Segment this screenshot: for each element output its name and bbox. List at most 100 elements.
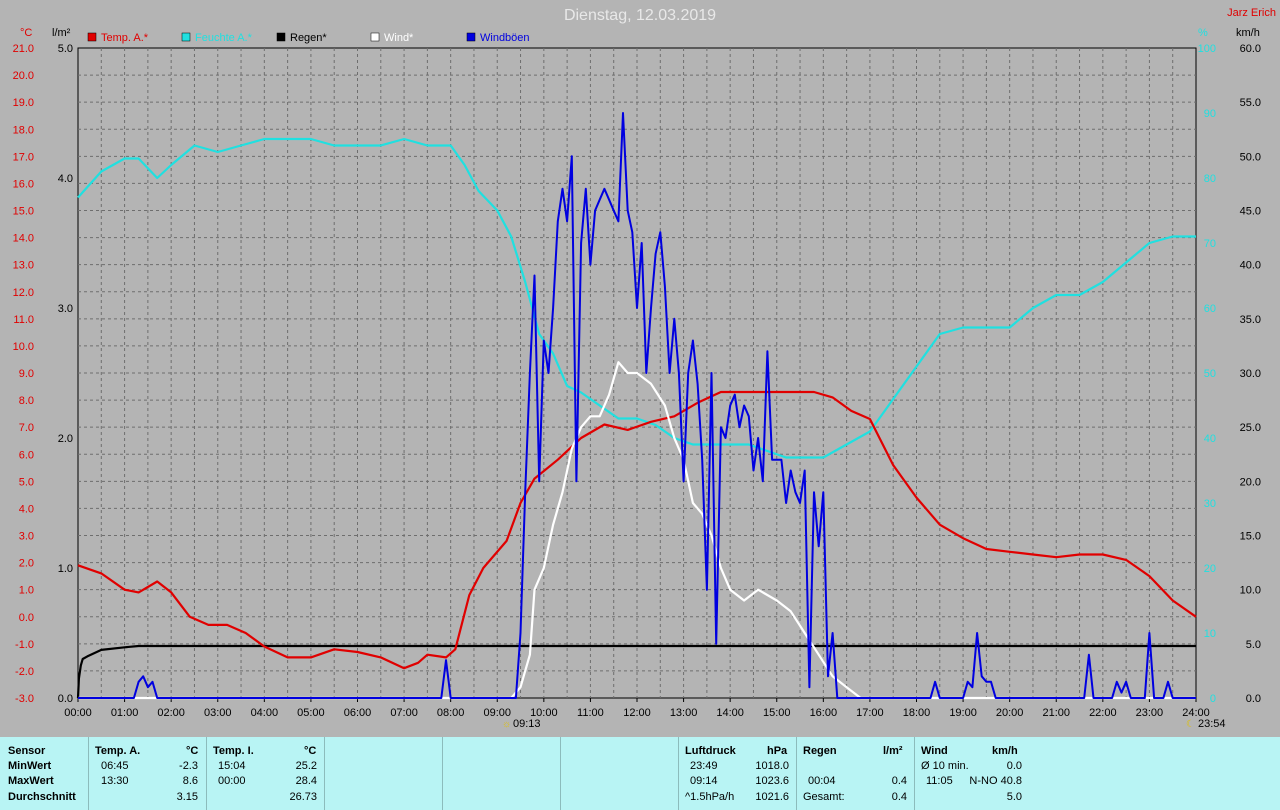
rain-tick-label: 3.0 [58,303,73,315]
x-tick-label: 08:00 [437,707,465,719]
wind-max-value: N-NO 40.8 [969,775,1022,787]
humidity-tick-label: 40 [1204,433,1216,445]
temp-i-avg-value: 26.73 [289,791,317,803]
header-temp-i-unit: °C [304,745,317,757]
humidity-tick-label: 70 [1204,238,1216,250]
humidity-tick-label: 60 [1204,303,1216,315]
x-tick-label: 17:00 [856,707,884,719]
rain-tick-label: 4.0 [58,173,73,185]
x-tick-label: 02:00 [157,707,185,719]
row-label-avg: Durchschnitt [8,791,76,803]
temp-i-min-value: 25.2 [295,760,317,772]
x-tick-label: 12:00 [623,707,651,719]
temp-tick-label: 19.0 [13,97,34,109]
separator [442,737,443,810]
x-tick-label: 03:00 [204,707,232,719]
temp-a-avg-value: 3.15 [176,791,198,803]
pressure-trend-value: 1021.6 [755,791,789,803]
row-label-max: MaxWert [8,775,54,787]
temp-tick-label: 20.0 [13,70,34,82]
header-rain-unit: l/m² [883,745,903,757]
header-rain: Regen [803,745,837,757]
moon-icon: ☾ [1186,719,1195,730]
temp-tick-label: 15.0 [13,206,34,218]
wind-tick-label: 0.0 [1246,693,1261,705]
temp-axis-unit: °C [20,27,32,39]
wind-tick-label: 10.0 [1240,585,1261,597]
x-tick-label: 00:00 [64,707,92,719]
pressure-max-value: 1023.6 [755,775,789,787]
temp-tick-label: 0.0 [19,612,34,624]
temp-tick-label: 13.0 [13,260,34,272]
legend-swatch [87,32,97,42]
temp-tick-label: 4.0 [19,503,34,515]
wind-tick-label: 5.0 [1246,639,1261,651]
humidity-tick-label: 50 [1204,368,1216,380]
temp-i-max-time: 00:00 [218,775,246,787]
rain-tick-label: 1.0 [58,563,73,575]
wind-mean-value: 5.0 [1006,791,1022,803]
x-tick-label: 07:00 [390,707,418,719]
humidity-tick-label: 100 [1198,43,1216,55]
temp-tick-label: 12.0 [13,287,34,299]
pressure-min-value: 1018.0 [755,760,789,772]
humidity-axis-unit: % [1198,27,1208,39]
temp-tick-label: 14.0 [13,233,34,245]
sunrise-marker: ☼ 09:13 [502,718,541,730]
legend-swatch [276,32,286,42]
header-temp-a: Temp. A. [95,745,141,757]
separator [678,737,679,810]
wind-tick-label: 45.0 [1240,206,1261,218]
temp-tick-label: 7.0 [19,422,34,434]
legend-swatch [181,32,191,42]
rain-axis-unit: l/m² [52,27,71,39]
temp-tick-label: 10.0 [13,341,34,353]
temp-tick-label: -3.0 [15,693,34,705]
temp-tick-label: 1.0 [19,585,34,597]
wind-axis-unit: km/h [1236,27,1260,39]
x-tick-label: 23:00 [1136,707,1164,719]
temp-a-min-value: -2.3 [179,760,198,772]
x-tick-label: 20:00 [996,707,1024,719]
rain-total-value: 0.4 [891,791,907,803]
rain-time: 00:04 [808,775,836,787]
temp-tick-label: 2.0 [19,558,34,570]
weather-chart: -3.0 -2.0 -1.0 0.0 1.0 2.0 3.0 4.0 5.0 6.0 7.0 8.0 9… [13,7,1276,730]
separator [796,737,797,810]
temp-tick-label: 11.0 [13,314,34,326]
x-tick-label: 05:00 [297,707,325,719]
legend-label: Temp. A.* [101,32,149,44]
sunset-marker: ☾ 23:54 [1186,718,1226,730]
header-sensor: Sensor [8,745,46,757]
legend-label: Regen* [290,32,327,44]
chart-title: Dienstag, 12.03.2019 [564,7,716,24]
pressure-max-time: 09:14 [690,775,718,787]
x-tick-label: 13:00 [670,707,698,719]
wind-avg-label: Ø 10 min. [921,760,969,772]
humidity-tick-label: 20 [1204,563,1216,575]
humidity-tick-label: 10 [1204,628,1216,640]
legend-swatch [466,32,476,42]
sunset-label: 23:54 [1198,718,1226,730]
humidity-tick-label: 80 [1204,173,1216,185]
header-temp-a-unit: °C [186,745,199,757]
temp-tick-label: 9.0 [19,368,34,380]
wind-tick-label: 40.0 [1240,260,1261,272]
wind-tick-label: 20.0 [1240,476,1261,488]
separator [88,737,89,810]
wind-tick-label: 50.0 [1240,151,1261,163]
x-tick-label: 14:00 [716,707,744,719]
humidity-tick-label: 90 [1204,108,1216,120]
legend-label: Wind* [384,32,414,44]
temp-tick-label: 17.0 [13,151,34,163]
wind-avg-value: 0.0 [1006,760,1022,772]
x-tick-label: 01:00 [111,707,139,719]
separator [560,737,561,810]
wind-tick-label: 35.0 [1240,314,1261,326]
legend-label: Feuchte A.* [195,32,253,44]
legend-swatch [370,32,380,42]
sun-icon: ☼ [502,719,511,730]
x-tick-label: 15:00 [763,707,791,719]
temp-i-max-value: 28.4 [295,775,317,787]
rain-value: 0.4 [891,775,907,787]
